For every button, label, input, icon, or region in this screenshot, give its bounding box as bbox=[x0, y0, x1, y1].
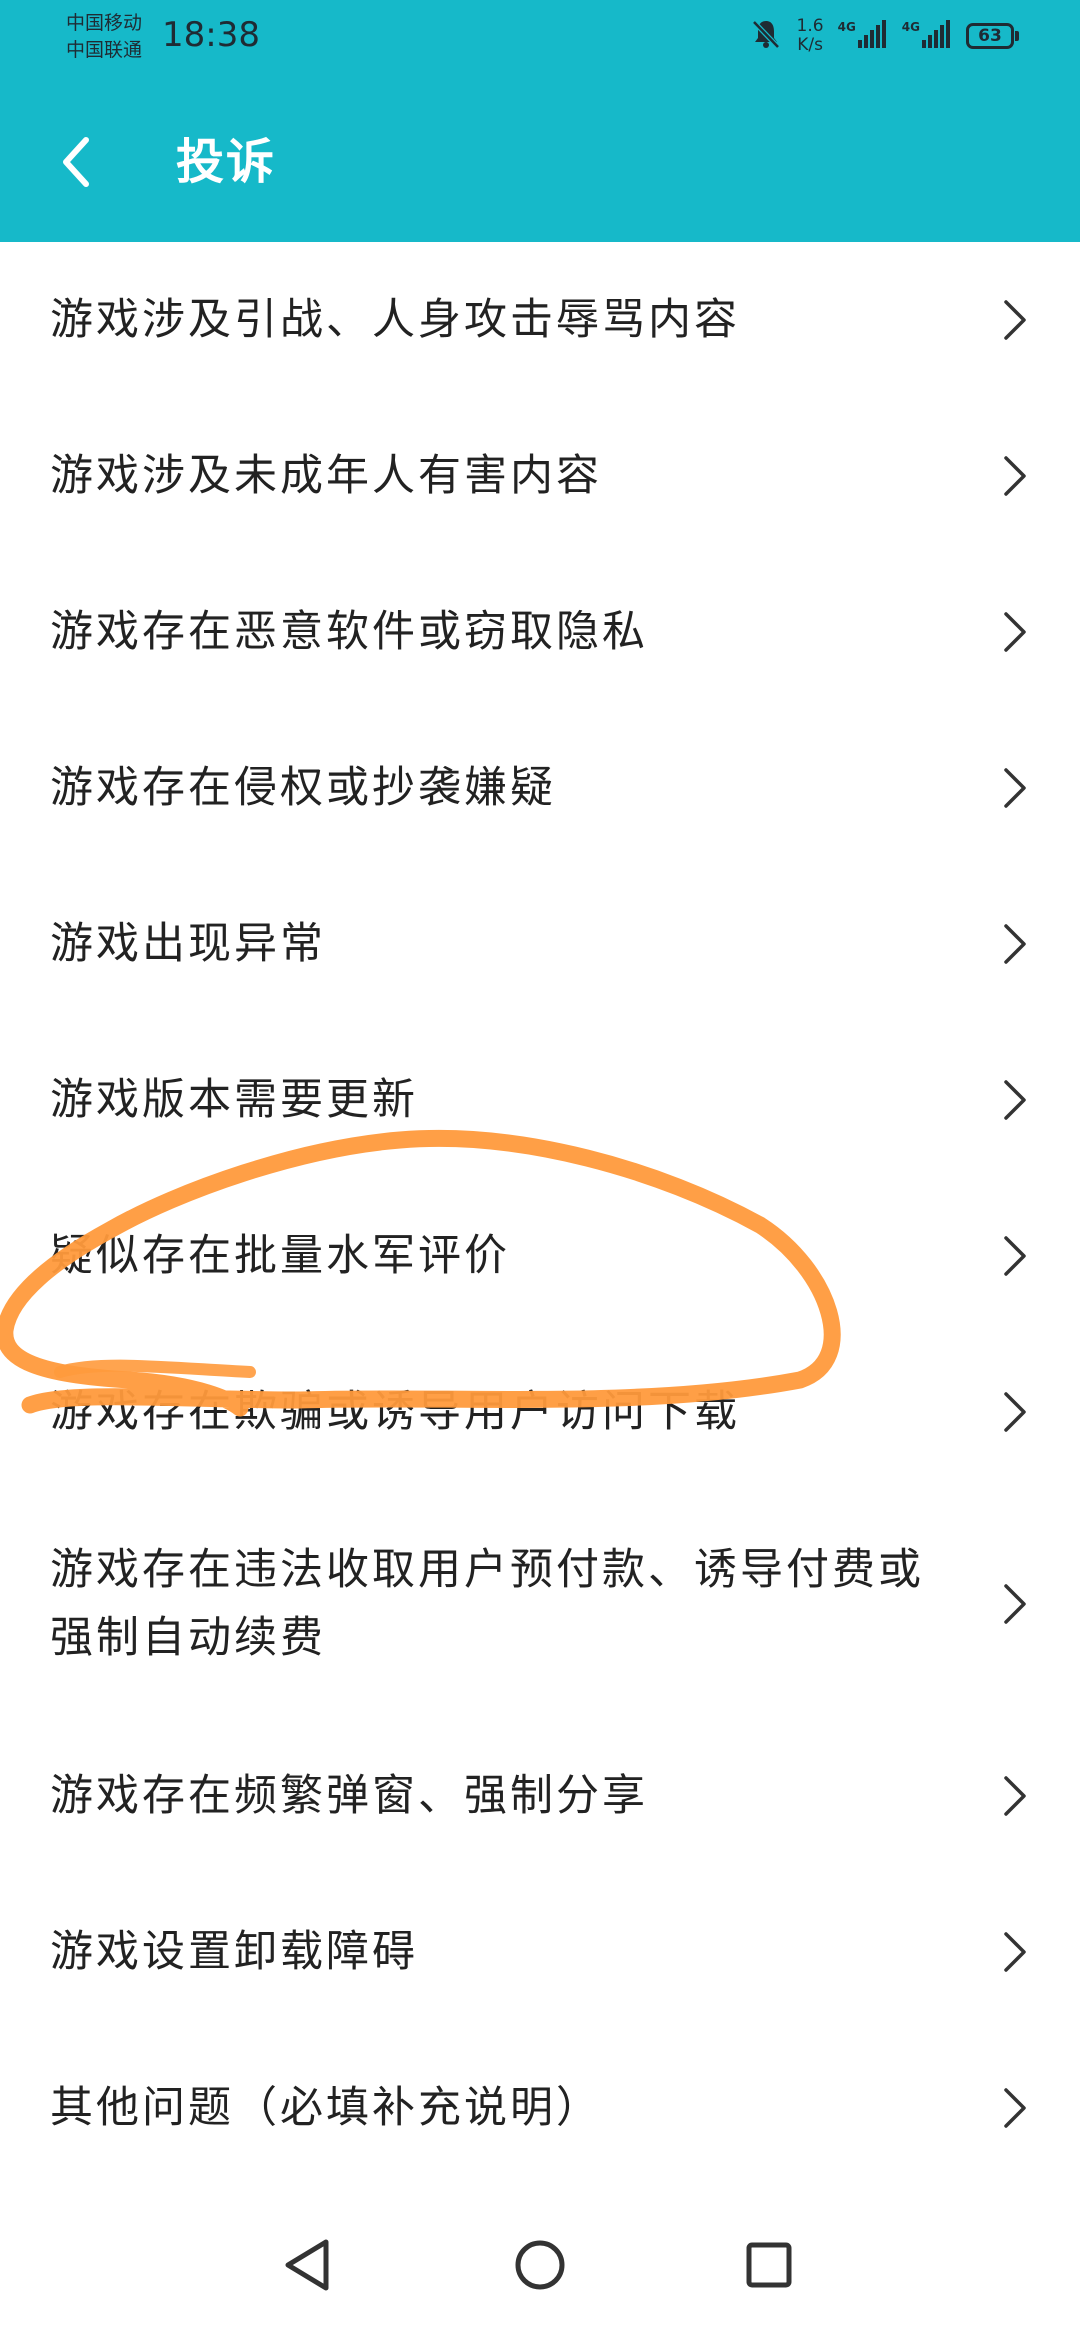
carrier-1: 中国移动 bbox=[66, 12, 143, 34]
chevron-right-icon bbox=[1000, 1234, 1030, 1278]
list-item-label: 其他问题（必填补充说明） bbox=[50, 2083, 602, 2133]
list-item-label: 游戏出现异常 bbox=[50, 919, 326, 969]
clock: 18:38 bbox=[162, 15, 260, 55]
system-nav-bar bbox=[0, 2200, 1080, 2340]
chevron-right-icon bbox=[1000, 298, 1030, 342]
speed-value: 1.6 bbox=[796, 16, 824, 36]
list-item-label: 游戏存在恶意软件或窃取隐私 bbox=[50, 607, 648, 657]
chevron-right-icon bbox=[1000, 1078, 1030, 1122]
list-item-label: 游戏存在违法收取用户预付款、诱导付费或强制自动续费 bbox=[50, 1545, 924, 1663]
back-triangle-icon[interactable] bbox=[274, 2230, 344, 2300]
list-item-label: 游戏存在频繁弹窗、强制分享 bbox=[50, 1771, 648, 1821]
complaint-list: 游戏涉及引战、人身攻击辱骂内容 游戏涉及未成年人有害内容 游戏存在恶意软件或窃取… bbox=[0, 242, 1080, 2186]
battery-level: 63 bbox=[978, 26, 1002, 46]
list-item[interactable]: 游戏存在侵权或抄袭嫌疑 bbox=[0, 710, 1080, 866]
list-item-label: 游戏涉及引战、人身攻击辱骂内容 bbox=[50, 295, 740, 345]
signal-1: 4G bbox=[838, 20, 888, 52]
signal-icon bbox=[857, 20, 888, 52]
speed-unit: K/s bbox=[797, 35, 823, 55]
list-item[interactable]: 游戏存在频繁弹窗、强制分享 bbox=[0, 1718, 1080, 1874]
signal-2: 4G bbox=[902, 20, 952, 52]
chevron-right-icon bbox=[1000, 766, 1030, 810]
list-item-label: 疑似存在批量水军评价 bbox=[50, 1231, 510, 1281]
network-type-1: 4G bbox=[837, 20, 856, 34]
list-item[interactable]: 游戏出现异常 bbox=[0, 866, 1080, 1022]
list-item-label: 游戏涉及未成年人有害内容 bbox=[50, 451, 602, 501]
list-item-label: 游戏存在侵权或抄袭嫌疑 bbox=[50, 763, 556, 813]
network-speed: 1.6 K/s bbox=[797, 17, 824, 55]
list-item[interactable]: 游戏涉及未成年人有害内容 bbox=[0, 398, 1080, 554]
page-title: 投诉 bbox=[176, 134, 277, 190]
chevron-right-icon bbox=[1000, 2086, 1030, 2130]
list-item[interactable]: 其他问题（必填补充说明） bbox=[0, 2030, 1080, 2186]
battery-icon: 63 bbox=[966, 23, 1019, 49]
network-type-2: 4G bbox=[901, 20, 920, 34]
list-item-label: 游戏设置卸载障碍 bbox=[50, 1927, 418, 1977]
list-item[interactable]: 游戏存在违法收取用户预付款、诱导付费或强制自动续费 bbox=[0, 1490, 1080, 1718]
chevron-right-icon bbox=[1000, 610, 1030, 654]
recents-square-icon[interactable] bbox=[734, 2230, 804, 2300]
list-item-label: 游戏存在欺骗或诱导用户访问下载 bbox=[50, 1387, 740, 1437]
list-item[interactable]: 游戏设置卸载障碍 bbox=[0, 1874, 1080, 2030]
chevron-right-icon bbox=[1000, 922, 1030, 966]
signal-icon bbox=[922, 20, 952, 52]
list-item[interactable]: 游戏版本需要更新 bbox=[0, 1022, 1080, 1178]
carrier-info: 中国移动 中国联通 bbox=[66, 10, 142, 64]
app-header: 中国移动 中国联通 18:38 1.6 K/s 4G 4G 63 投诉 bbox=[0, 0, 1080, 242]
mute-bell-icon bbox=[749, 17, 783, 55]
back-arrow-icon bbox=[40, 137, 120, 206]
list-item[interactable]: 游戏存在欺骗或诱导用户访问下载 bbox=[0, 1334, 1080, 1490]
list-item[interactable]: 游戏涉及引战、人身攻击辱骂内容 bbox=[0, 242, 1080, 398]
list-item-label: 游戏版本需要更新 bbox=[50, 1075, 418, 1125]
chevron-right-icon bbox=[1000, 1390, 1030, 1434]
status-icons: 1.6 K/s 4G 4G 63 bbox=[749, 14, 1019, 58]
back-button[interactable] bbox=[40, 122, 120, 202]
chevron-right-icon bbox=[1000, 1930, 1030, 1974]
title-bar: 投诉 bbox=[0, 100, 1080, 224]
carrier-2: 中国联通 bbox=[66, 39, 143, 61]
list-item[interactable]: 游戏存在恶意软件或窃取隐私 bbox=[0, 554, 1080, 710]
chevron-right-icon bbox=[1000, 1582, 1030, 1626]
status-bar: 中国移动 中国联通 18:38 1.6 K/s 4G 4G 63 bbox=[0, 0, 1080, 76]
list-item[interactable]: 疑似存在批量水军评价 bbox=[0, 1178, 1080, 1334]
chevron-right-icon bbox=[1000, 1774, 1030, 1818]
home-circle-icon[interactable] bbox=[505, 2230, 575, 2300]
chevron-right-icon bbox=[1000, 454, 1030, 498]
